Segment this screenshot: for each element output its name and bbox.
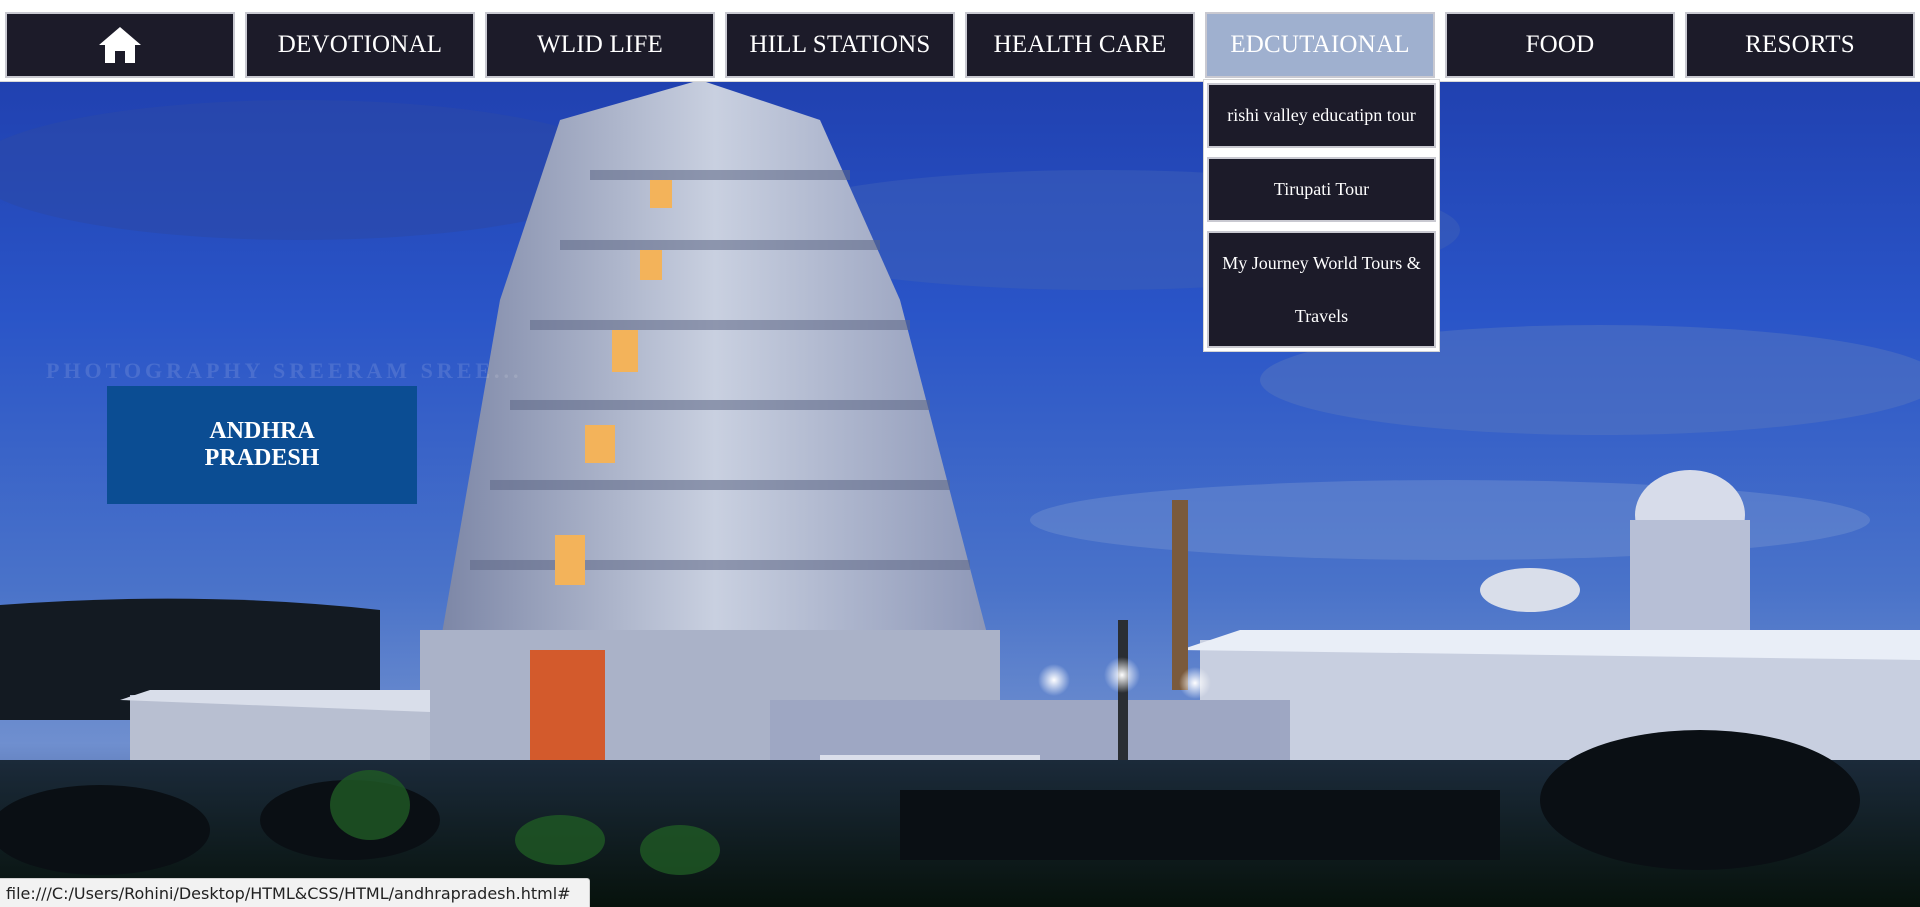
nav-home-button[interactable] [5, 12, 235, 78]
nav-item-hill-stations[interactable]: HILL STATIONS [725, 12, 955, 78]
main-navbar: DEVOTIONAL WLID LIFE HILL STATIONS HEALT… [0, 0, 1920, 82]
dropdown-item-my-journey[interactable]: My Journey World Tours & Travels [1207, 231, 1436, 348]
nav-item-wild-life[interactable]: WLID LIFE [485, 12, 715, 78]
educational-dropdown-menu: rishi valley educatipn tour Tirupati Tou… [1203, 79, 1440, 352]
nav-item-devotional[interactable]: DEVOTIONAL [245, 12, 475, 78]
dropdown-item-rishi-valley[interactable]: rishi valley educatipn tour [1207, 83, 1436, 148]
browser-status-bar: file:///C:/Users/Rohini/Desktop/HTML&CSS… [0, 878, 590, 907]
status-url: file:///C:/Users/Rohini/Desktop/HTML&CSS… [6, 883, 571, 903]
state-title-card[interactable]: ANDHRA PRADESH [107, 386, 417, 504]
nav-item-food[interactable]: FOOD [1445, 12, 1675, 78]
dropdown-item-tirupati-tour[interactable]: Tirupati Tour [1207, 157, 1436, 222]
nav-item-educational[interactable]: EDCUTAIONAL [1205, 12, 1435, 78]
nav-item-health-care[interactable]: HEALTH CARE [965, 12, 1195, 78]
nav-item-resorts[interactable]: RESORTS [1685, 12, 1915, 78]
photo-watermark: PHOTOGRAPHY SREERAM SREE... [46, 358, 523, 383]
home-icon [99, 27, 141, 63]
state-title: ANDHRA PRADESH [204, 418, 320, 471]
